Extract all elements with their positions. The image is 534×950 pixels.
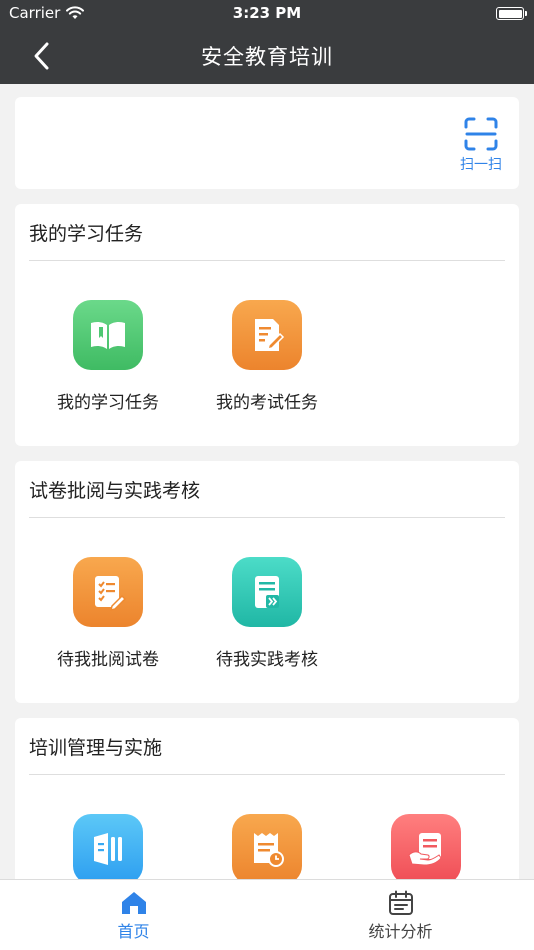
tile-my-learning-tasks[interactable]: 我的学习任务: [38, 300, 178, 413]
tile-label: 我的考试任务: [216, 393, 318, 413]
tab-home[interactable]: 首页: [0, 880, 267, 950]
scan-button[interactable]: 扫一扫: [457, 117, 505, 174]
tile-training-1[interactable]: [38, 814, 178, 884]
tab-label: 统计分析: [368, 922, 433, 941]
tile-label: 待我实践考核: [216, 650, 318, 670]
section-divider: [29, 517, 505, 518]
status-time: 3:23 PM: [232, 4, 302, 22]
tile-label: 我的学习任务: [57, 393, 159, 413]
section-title: 试卷批阅与实践考核: [29, 480, 201, 502]
section-learning-tasks: 我的学习任务 我的学习任务 我的考试任务: [15, 204, 519, 446]
section-title: 我的学习任务: [29, 223, 144, 245]
scan-card: 扫一扫: [15, 97, 519, 189]
scan-label: 扫一扫: [460, 157, 502, 173]
battery-icon: [496, 7, 527, 20]
calendar-icon: [388, 890, 413, 915]
scan-icon: [464, 117, 498, 151]
status-bar: Carrier 3:23 PM: [0, 0, 534, 28]
section-divider: [29, 260, 505, 261]
book-icon: [73, 300, 143, 370]
tile-papers-to-review[interactable]: 待我批阅试卷: [38, 557, 178, 670]
home-icon: [121, 892, 146, 914]
tile-practice-assessment[interactable]: 待我实践考核: [197, 557, 337, 670]
section-title: 培训管理与实施: [29, 737, 163, 759]
section-training-management: 培训管理与实施: [15, 718, 519, 898]
page-title: 安全教育培训: [201, 45, 333, 69]
tile-training-2[interactable]: [197, 814, 337, 884]
courseware-icon: [73, 814, 143, 884]
tab-statistics[interactable]: 统计分析: [267, 880, 534, 950]
tile-my-exam-tasks[interactable]: 我的考试任务: [197, 300, 337, 413]
navigation-bar: 安全教育培训: [0, 28, 534, 84]
tile-training-3[interactable]: [356, 814, 496, 884]
receipt-clock-icon: [232, 814, 302, 884]
exam-edit-icon: [232, 300, 302, 370]
section-review-assessment: 试卷批阅与实践考核 待我批阅试卷 待我实践考核: [15, 461, 519, 703]
section-divider: [29, 774, 505, 775]
hand-document-icon: [391, 814, 461, 884]
tile-label: 待我批阅试卷: [57, 650, 159, 670]
checklist-icon: [73, 557, 143, 627]
document-arrow-icon: [232, 557, 302, 627]
tab-label: 首页: [117, 922, 150, 941]
tab-bar: 首页 统计分析: [0, 879, 534, 950]
